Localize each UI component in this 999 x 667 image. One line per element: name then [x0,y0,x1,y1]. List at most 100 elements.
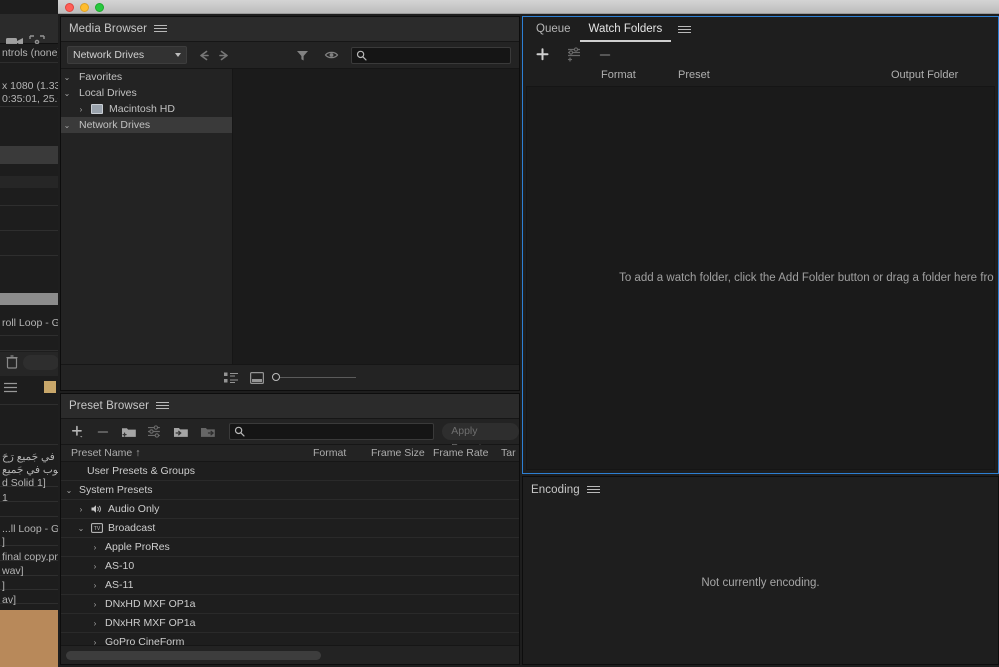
chevron-right-icon[interactable]: › [89,581,101,590]
thumbnail-view-icon[interactable] [250,372,264,384]
preset-column-header[interactable]: Frame Size [371,447,425,459]
eye-visibility-icon[interactable] [324,48,339,63]
bg-app-media-thumbnail [0,610,60,667]
watch-folder-column-header[interactable]: Preset [678,69,710,81]
import-preset-icon[interactable] [173,425,189,439]
zoom-window-button[interactable] [95,3,104,12]
watch-folder-column-header[interactable]: Format [601,69,636,81]
apply-preset-button[interactable]: Apply Preset [442,423,519,440]
preset-row[interactable]: ›Apple ProRes [61,538,519,557]
watch-folders-panel: QueueWatch Folders Format Preset Output Fo… [522,16,999,474]
bg-app-text-fragment: av] [2,594,16,606]
scrollbar-thumb[interactable] [66,651,321,660]
chevron-right-icon[interactable]: › [89,562,101,571]
preset-browser-list[interactable]: User Presets & Groups ⌄ System Presets › Aud… [61,462,519,645]
media-browser-tree-item[interactable]: ⌄ Local Drives [61,85,232,101]
preset-browser-search[interactable] [229,423,434,440]
tab-queue[interactable]: Queue [527,17,580,42]
chevron-down-icon[interactable]: ⌄ [63,486,75,495]
chevron-down-icon[interactable]: ⌄ [61,121,73,130]
drive-selector-dropdown[interactable]: Network Drives [67,46,187,64]
chevron-down-icon[interactable]: ⌄ [61,89,73,98]
preset-row[interactable]: › AS-10 [61,557,519,576]
hamburger-menu-icon[interactable] [587,485,600,495]
preset-row[interactable]: ›GoPro CineForm [61,633,519,645]
remove-folder-minus-icon[interactable] [598,48,612,62]
media-browser-tree-label: Macintosh HD [109,103,175,115]
preset-settings-icon[interactable] [147,425,162,439]
preset-row[interactable]: ›AS-11 [61,576,519,595]
preset-column-header[interactable]: Format [313,447,346,459]
media-browser-tree[interactable]: ⌄ Favorites ⌄ Local Drives › Macintosh HD ⌄ Net… [61,69,233,364]
media-browser-tree-label: Favorites [79,71,122,83]
preset-column-header[interactable]: Frame Rate [433,447,488,459]
delete-preset-minus-icon[interactable] [96,425,110,439]
media-browser-tree-item[interactable]: ⌄ Network Drives [61,117,232,133]
preset-row[interactable]: ›DNxHR MXF OP1a [61,614,519,633]
background-app-premiere-pro: ntrols (none)x 1080 (1.33)0:35:01, 25.00… [0,0,60,667]
minimize-window-button[interactable] [80,3,89,12]
new-preset-plus-icon[interactable] [70,424,85,439]
folder-settings-icon[interactable] [566,47,582,62]
close-window-button[interactable] [65,3,74,12]
chevron-right-icon[interactable]: › [75,505,87,514]
chevron-down-icon[interactable]: ⌄ [61,73,73,82]
hamburger-menu-icon[interactable] [154,24,167,34]
new-preset-group-folder-icon[interactable] [121,425,137,439]
preset-row-label: System Presets [79,484,153,496]
panel-tabs: QueueWatch Folders [523,17,671,42]
media-browser-content-area[interactable] [233,69,519,364]
svg-text:TV: TV [94,526,101,532]
funnel-filter-icon[interactable] [295,48,310,63]
preset-row[interactable]: ⌄TVBroadcast [61,519,519,538]
preset-row-label: User Presets & Groups [87,465,195,477]
preset-row-label: Audio Only [108,503,159,515]
preset-browser-search-input[interactable] [245,426,433,438]
chevron-right-icon[interactable]: › [89,600,101,609]
preset-browser-horizontal-scrollbar[interactable] [61,645,519,664]
preset-row[interactable]: ⌄ System Presets [61,481,519,500]
encoding-panel: Encoding Not currently encoding. [522,476,999,665]
media-browser-tree-item[interactable]: ⌄ Favorites [61,69,232,85]
media-browser-search[interactable] [351,47,511,64]
list-lines-icon [4,382,17,393]
window-titlebar [58,0,999,14]
media-browser-footer [61,364,519,390]
media-browser-tree-label: Local Drives [79,87,137,99]
chevron-right-icon[interactable]: › [89,543,101,552]
preset-row[interactable]: › Audio Only [61,500,519,519]
bg-app-text-fragment: final copy.pn [2,551,60,563]
encoding-header: Encoding [523,477,998,502]
list-view-icon[interactable] [224,372,238,384]
chevron-right-icon[interactable]: › [89,638,101,646]
hamburger-menu-icon[interactable] [156,401,169,411]
preset-row-label: AS-10 [105,560,134,572]
preset-row[interactable]: User Presets & Groups [61,462,519,481]
tab-watch-folders[interactable]: Watch Folders [580,17,672,42]
hamburger-menu-icon[interactable] [678,25,691,35]
watch-folders-empty-area[interactable]: To add a watch folder, click the Add Fol… [526,86,995,470]
bg-app-text-fragment: ...ll Loop - Gr [2,523,60,535]
encoding-status-text: Not currently encoding. [701,577,819,589]
watch-folder-column-header[interactable]: Output Folder [891,69,958,81]
add-folder-plus-icon[interactable] [535,47,550,62]
chevron-down-icon[interactable]: ⌄ [75,524,87,533]
media-browser-search-input[interactable] [367,49,510,61]
media-browser-panel: Media Browser Network Drives [60,16,520,391]
chevron-right-icon[interactable]: › [75,105,87,114]
chevron-right-icon[interactable]: › [89,619,101,628]
preset-column-header[interactable]: Preset Name ↑ [71,447,140,459]
export-preset-icon[interactable] [200,425,216,439]
preset-row[interactable]: ›DNxHD MXF OP1a [61,595,519,614]
thumbnail-size-slider[interactable] [276,377,356,378]
back-arrow-icon[interactable] [197,48,212,63]
bg-app-text-fragment: roll Loop - Gr [2,317,60,329]
preset-column-header[interactable]: Tar [501,447,516,459]
bg-app-text-fragment: 1 [2,492,8,504]
slider-knob[interactable] [272,373,280,381]
forward-arrow-icon[interactable] [216,48,231,63]
trash-icon [6,355,18,369]
media-browser-tree-label: Network Drives [79,119,150,131]
media-browser-tree-item[interactable]: › Macintosh HD [61,101,232,117]
bg-app-text-fragment: x 1080 (1.33) [2,80,60,92]
